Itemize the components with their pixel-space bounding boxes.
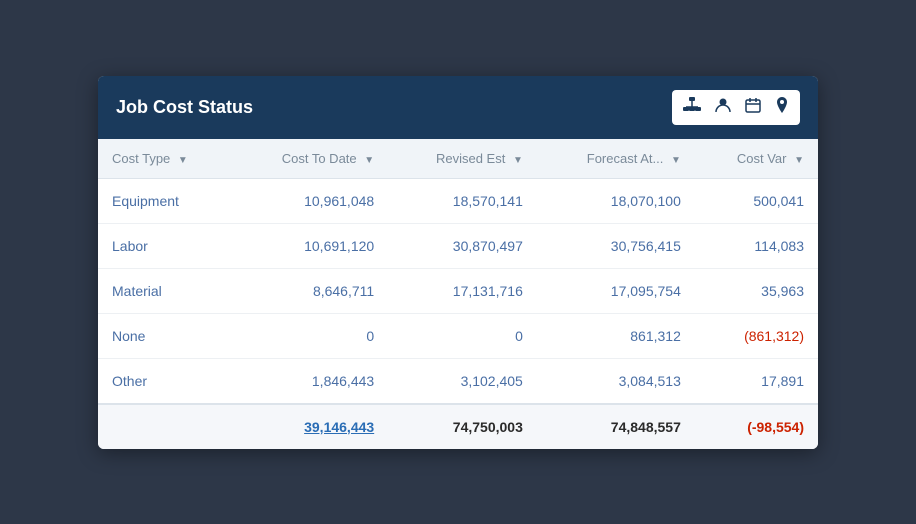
cell-cost-var: 35,963	[695, 268, 818, 313]
location-icon[interactable]	[770, 94, 794, 121]
col-cost-var: Cost Var ▼	[695, 139, 818, 179]
col-cost-to-date: Cost To Date ▼	[232, 139, 388, 179]
filter-icon-cost-var[interactable]: ▼	[794, 155, 804, 166]
table-row: None00861,312(861,312)	[98, 313, 818, 358]
cost-table: Cost Type ▼ Cost To Date ▼ Revised Est ▼…	[98, 139, 818, 449]
filter-icon-revised-est[interactable]: ▼	[513, 155, 523, 166]
cell-cost-type: Material	[98, 268, 232, 313]
table-header: Cost Type ▼ Cost To Date ▼ Revised Est ▼…	[98, 139, 818, 179]
cell-cost-type: Labor	[98, 223, 232, 268]
cell-revised-est: 30,870,497	[388, 223, 537, 268]
cell-forecast-at: 861,312	[537, 313, 695, 358]
cell-cost-type: Other	[98, 358, 232, 404]
cell-cost-to-date: 10,691,120	[232, 223, 388, 268]
table-footer: 39,146,443 74,750,003 74,848,557 (-98,55…	[98, 404, 818, 449]
col-cost-type: Cost Type ▼	[98, 139, 232, 179]
filter-icon-forecast-at[interactable]: ▼	[671, 155, 681, 166]
cell-cost-to-date: 0	[232, 313, 388, 358]
org-chart-icon[interactable]	[678, 94, 706, 121]
card-header: Job Cost Status	[98, 76, 818, 139]
filter-icon-cost-to-date[interactable]: ▼	[364, 155, 374, 166]
cell-cost-var: 114,083	[695, 223, 818, 268]
cell-revised-est: 0	[388, 313, 537, 358]
user-icon[interactable]	[710, 94, 736, 121]
table-row: Equipment10,961,04818,570,14118,070,1005…	[98, 178, 818, 223]
cell-forecast-at: 18,070,100	[537, 178, 695, 223]
cell-revised-est: 17,131,716	[388, 268, 537, 313]
cell-cost-type: Equipment	[98, 178, 232, 223]
calendar-icon[interactable]	[740, 94, 766, 121]
cell-forecast-at: 30,756,415	[537, 223, 695, 268]
table-row: Other1,846,4433,102,4053,084,51317,891	[98, 358, 818, 404]
cell-cost-to-date: 8,646,711	[232, 268, 388, 313]
table-row: Material8,646,71117,131,71617,095,75435,…	[98, 268, 818, 313]
cell-cost-var: 17,891	[695, 358, 818, 404]
cell-cost-var: 500,041	[695, 178, 818, 223]
total-label	[98, 404, 232, 449]
header-icon-group	[672, 90, 800, 125]
cell-forecast-at: 17,095,754	[537, 268, 695, 313]
col-forecast-at: Forecast At... ▼	[537, 139, 695, 179]
total-forecast-at: 74,848,557	[537, 404, 695, 449]
cell-revised-est: 18,570,141	[388, 178, 537, 223]
cell-cost-var: (861,312)	[695, 313, 818, 358]
col-revised-est: Revised Est ▼	[388, 139, 537, 179]
filter-icon-cost-type[interactable]: ▼	[178, 155, 188, 166]
cell-cost-to-date: 10,961,048	[232, 178, 388, 223]
total-cost-to-date: 39,146,443	[232, 404, 388, 449]
cell-revised-est: 3,102,405	[388, 358, 537, 404]
cell-forecast-at: 3,084,513	[537, 358, 695, 404]
cell-cost-type: None	[98, 313, 232, 358]
total-revised-est: 74,750,003	[388, 404, 537, 449]
cell-cost-to-date: 1,846,443	[232, 358, 388, 404]
totals-row: 39,146,443 74,750,003 74,848,557 (-98,55…	[98, 404, 818, 449]
table-row: Labor10,691,12030,870,49730,756,415114,0…	[98, 223, 818, 268]
table-wrapper: Cost Type ▼ Cost To Date ▼ Revised Est ▼…	[98, 139, 818, 449]
table-body: Equipment10,961,04818,570,14118,070,1005…	[98, 178, 818, 404]
card-title: Job Cost Status	[116, 97, 253, 118]
job-cost-status-card: Job Cost Status	[98, 76, 818, 449]
total-cost-var: (-98,554)	[695, 404, 818, 449]
